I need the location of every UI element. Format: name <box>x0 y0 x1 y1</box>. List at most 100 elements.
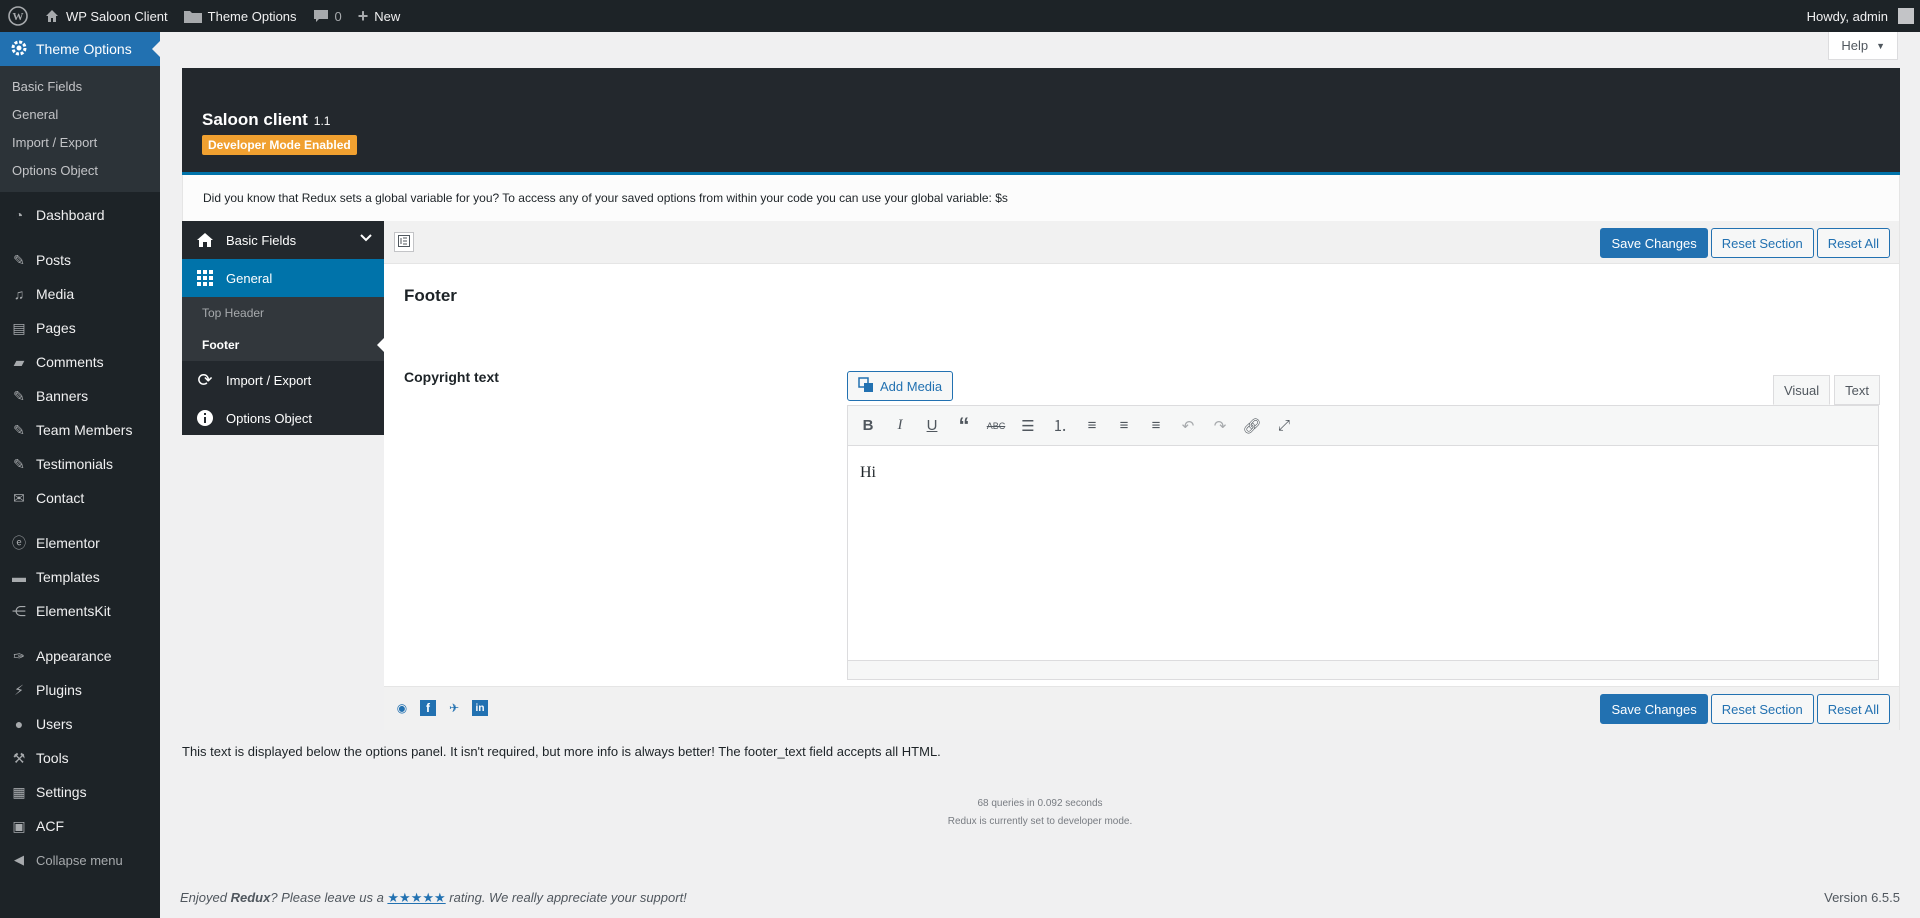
link-icon[interactable]: 🔗︎ <box>1238 412 1266 440</box>
new-label: New <box>374 8 401 24</box>
plugin-icon: ⚡ <box>14 681 24 698</box>
editor-tabs: Visual Text <box>1772 375 1880 405</box>
menu-item-elementskit[interactable]: ⋲ ElementsKit <box>0 594 160 628</box>
grid-icon <box>196 270 214 286</box>
save-changes-button[interactable]: Save Changes <box>1600 228 1708 258</box>
linkedin-icon[interactable]: in <box>472 700 488 716</box>
site-name-link[interactable]: WP Saloon Client <box>36 0 176 32</box>
menu-current-label: Theme Options <box>36 41 132 57</box>
submenu-basic-fields[interactable]: Basic Fields <box>0 73 160 101</box>
menu-item-appearance[interactable]: ✑ Appearance <box>0 639 160 673</box>
nav-item-options-object[interactable]: Options Object <box>182 399 384 437</box>
redux-header: Saloon client 1.1 Developer Mode Enabled <box>182 68 1900 175</box>
menu-label: Settings <box>36 784 87 800</box>
menu-item-pages[interactable]: ▤ Pages <box>0 311 160 345</box>
redux-nav: Basic Fields General Top Header Footer ⟳… <box>182 221 384 435</box>
wordpress-logo[interactable]: W <box>0 0 36 32</box>
align-left-icon[interactable]: ≡ <box>1078 412 1106 440</box>
editor-content[interactable]: Hi <box>848 446 1878 660</box>
reset-all-button[interactable]: Reset All <box>1816 694 1890 724</box>
bullet-list-icon[interactable]: ☰ <box>1014 412 1042 440</box>
media-icon: ♫ <box>13 286 25 302</box>
menu-label: Contact <box>36 490 85 506</box>
account-menu[interactable]: Howdy, admin <box>1799 0 1920 32</box>
menu-label: Banners <box>36 388 89 404</box>
expand-options-button[interactable] <box>394 232 414 252</box>
blockquote-icon[interactable]: “ <box>950 412 978 440</box>
menu-item-acf[interactable]: ▣ ACF <box>0 809 160 843</box>
tab-visual[interactable]: Visual <box>1772 375 1831 405</box>
twitter-icon[interactable]: ✈ <box>446 700 462 716</box>
brush-icon: ✑ <box>13 647 25 664</box>
reset-section-button[interactable]: Reset Section <box>1710 228 1814 258</box>
add-media-button[interactable]: Add Media <box>847 371 954 401</box>
menu-item-contact[interactable]: ✉ Contact <box>0 481 160 515</box>
collapse-label: Collapse menu <box>36 852 123 868</box>
stars-link[interactable]: ★★★★★ <box>387 890 445 905</box>
help-label: Help <box>1841 38 1869 53</box>
new-content-link[interactable]: + New <box>350 0 409 32</box>
svg-text:W: W <box>13 11 24 23</box>
menu-item-media[interactable]: ♫ Media <box>0 277 160 311</box>
numbered-list-icon[interactable]: ⒈ <box>1046 412 1074 440</box>
submenu-general[interactable]: General <box>0 101 160 129</box>
save-changes-button[interactable]: Save Changes <box>1600 694 1708 724</box>
undo-icon[interactable]: ↶ <box>1174 412 1202 440</box>
facebook-icon[interactable]: f <box>420 700 436 716</box>
nav-item-import-export[interactable]: ⟳ Import / Export <box>182 361 384 399</box>
nav-sub-footer[interactable]: Footer <box>182 329 384 361</box>
redo-icon[interactable]: ↷ <box>1206 412 1234 440</box>
collapse-menu-button[interactable]: ◀ Collapse menu <box>0 843 160 877</box>
menu-label: Templates <box>36 569 100 585</box>
pin-icon: ✎ <box>13 455 25 472</box>
menu-item-testimonials[interactable]: ✎ Testimonials <box>0 447 160 481</box>
menu-item-theme-options[interactable]: Theme Options <box>0 32 160 66</box>
comments-count: 0 <box>334 8 342 24</box>
info-icon <box>196 410 214 426</box>
action-bar-top: Save Changes Reset Section Reset All <box>384 221 1899 264</box>
media-icon <box>858 376 874 396</box>
menu-item-templates[interactable]: ▬ Templates <box>0 560 160 594</box>
nav-item-basic-fields[interactable]: Basic Fields <box>182 221 384 259</box>
top-buttons: Save Changes Reset Section Reset All <box>1600 228 1890 258</box>
tab-text[interactable]: Text <box>1834 375 1880 405</box>
menu-item-team-members[interactable]: ✎ Team Members <box>0 413 160 447</box>
github-icon[interactable]: ◉ <box>394 700 410 716</box>
theme-options-link[interactable]: Theme Options <box>176 0 305 32</box>
fullscreen-icon[interactable]: ⤢ <box>1270 412 1298 440</box>
bold-icon[interactable]: B <box>854 412 882 440</box>
nav-item-general[interactable]: General <box>182 259 384 297</box>
align-right-icon[interactable]: ≡ <box>1142 412 1170 440</box>
pages-icon: ▤ <box>12 319 26 336</box>
folder-icon <box>183 9 202 23</box>
menu-item-users[interactable]: ● Users <box>0 707 160 741</box>
nav-label: General <box>226 270 273 286</box>
menu-item-posts[interactable]: ✎ Posts <box>0 243 160 277</box>
action-bar-bottom: ◉ f ✈ in Save Changes Reset Section Rese… <box>384 686 1899 730</box>
submenu-options-object[interactable]: Options Object <box>0 157 160 185</box>
menu-item-settings[interactable]: ▦ Settings <box>0 775 160 809</box>
nav-label: Import / Export <box>226 372 312 388</box>
comments-link[interactable]: 0 <box>305 0 350 32</box>
menu-item-banners[interactable]: ✎ Banners <box>0 379 160 413</box>
nav-sub-top-header[interactable]: Top Header <box>182 297 384 329</box>
avatar <box>1898 8 1914 24</box>
menu-item-tools[interactable]: ⚒ Tools <box>0 741 160 775</box>
caret-down-icon: ▼ <box>1876 40 1885 51</box>
underline-icon[interactable]: U <box>918 412 946 440</box>
menu-item-comments[interactable]: ▰ Comments <box>0 345 160 379</box>
reset-all-button[interactable]: Reset All <box>1816 228 1890 258</box>
menu-item-plugins[interactable]: ⚡ Plugins <box>0 673 160 707</box>
menu-item-elementor[interactable]: ⓔ Elementor <box>0 526 160 560</box>
menu-item-dashboard[interactable]: ◔ Dashboard <box>0 198 160 232</box>
menu-label: ACF <box>36 818 64 834</box>
reset-section-button[interactable]: Reset Section <box>1710 694 1814 724</box>
developer-mode-badge: Developer Mode Enabled <box>202 135 357 155</box>
help-tab-button[interactable]: Help ▼ <box>1828 32 1898 60</box>
query-stats: 68 queries in 0.092 seconds <box>977 798 1103 809</box>
submenu-import-export[interactable]: Import / Export <box>0 129 160 157</box>
redux-title: Saloon client 1.1 <box>202 110 330 130</box>
italic-icon[interactable]: I <box>886 412 914 440</box>
align-center-icon[interactable]: ≡ <box>1110 412 1138 440</box>
strikethrough-icon[interactable]: ABC <box>982 412 1010 440</box>
